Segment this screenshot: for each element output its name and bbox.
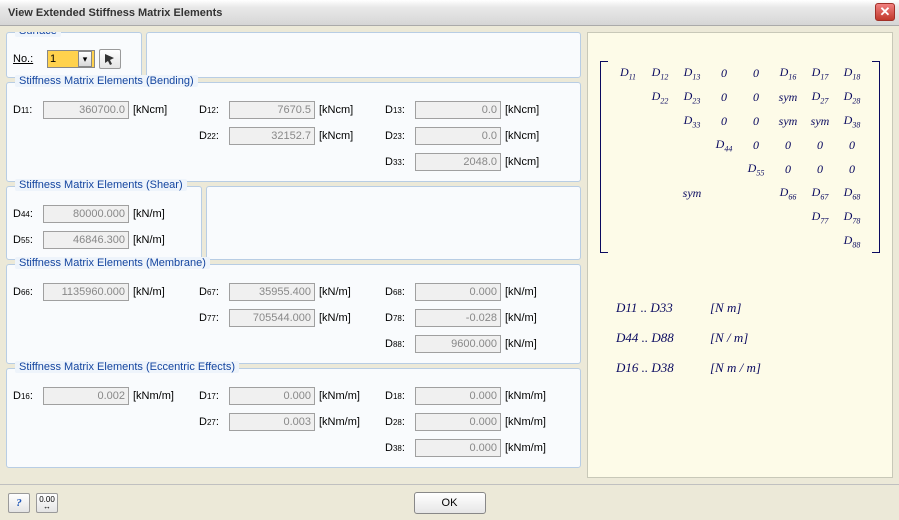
D55-value: 46846.300 [43, 231, 129, 249]
section-shear-title: Stiffness Matrix Elements (Shear) [15, 179, 187, 191]
D66-unit: [kN/m] [133, 286, 165, 298]
D23-unit: [kNcm] [505, 130, 539, 142]
D16-unit: [kNm/m] [133, 390, 174, 402]
D67-unit: [kN/m] [319, 286, 351, 298]
D44-label: D44: [13, 208, 41, 220]
titlebar: View Extended Stiffness Matrix Elements … [0, 0, 899, 26]
D44-unit: [kN/m] [133, 208, 165, 220]
ok-button[interactable]: OK [414, 492, 486, 514]
D17-label: D17: [199, 390, 227, 402]
D68-value: 0.000 [415, 283, 501, 301]
close-button[interactable]: ✕ [875, 3, 895, 21]
D22-unit: [kNcm] [319, 130, 353, 142]
D66-label: D66: [13, 286, 41, 298]
pick-surface-button[interactable] [99, 49, 121, 69]
chevron-down-icon[interactable]: ▾ [78, 51, 92, 67]
D67-label: D67: [199, 286, 227, 298]
D27-value: 0.003 [229, 413, 315, 431]
D68-unit: [kN/m] [505, 286, 537, 298]
D78-value: -0.028 [415, 309, 501, 327]
D17-unit: [kNm/m] [319, 390, 360, 402]
no-label: No.: [13, 53, 43, 65]
surface-number-value: 1 [50, 53, 56, 65]
D16-label: D16: [13, 390, 41, 402]
window-title: View Extended Stiffness Matrix Elements [8, 7, 222, 19]
D22-label: D22: [199, 130, 227, 142]
D23-value: 0.0 [415, 127, 501, 145]
D78-unit: [kN/m] [505, 312, 537, 324]
D18-value: 0.000 [415, 387, 501, 405]
D28-label: D28: [385, 416, 413, 428]
D67-value: 35955.400 [229, 283, 315, 301]
D38-unit: [kNm/m] [505, 442, 546, 454]
D38-value: 0.000 [415, 439, 501, 457]
D17-value: 0.000 [229, 387, 315, 405]
D16-value: 0.002 [43, 387, 129, 405]
matrix-panel: D11D12D1300D16D17D18D22D2300symD27D28D33… [587, 32, 893, 478]
D78-label: D78: [385, 312, 413, 324]
D33-label: D33: [385, 156, 413, 168]
D11-value: 360700.0 [43, 101, 129, 119]
D18-unit: [kNm/m] [505, 390, 546, 402]
D27-unit: [kNm/m] [319, 416, 360, 428]
precision-button[interactable]: 0.00↔ [36, 493, 58, 513]
D12-unit: [kNcm] [319, 104, 353, 116]
D44-value: 80000.000 [43, 205, 129, 223]
section-bending-title: Stiffness Matrix Elements (Bending) [15, 75, 198, 87]
D27-label: D27: [199, 416, 227, 428]
D23-label: D23: [385, 130, 413, 142]
D38-label: D38: [385, 442, 413, 454]
D88-unit: [kN/m] [505, 338, 537, 350]
D12-value: 7670.5 [229, 101, 315, 119]
D77-label: D77: [199, 312, 227, 324]
D13-label: D13: [385, 104, 413, 116]
D55-unit: [kN/m] [133, 234, 165, 246]
D77-unit: [kN/m] [319, 312, 351, 324]
D28-value: 0.000 [415, 413, 501, 431]
D22-value: 32152.7 [229, 127, 315, 145]
D88-value: 9600.000 [415, 335, 501, 353]
pointer-icon [103, 52, 117, 66]
D77-value: 705544.000 [229, 309, 315, 327]
D33-unit: [kNcm] [505, 156, 539, 168]
D55-label: D55: [13, 234, 41, 246]
D12-label: D12: [199, 104, 227, 116]
section-surface-title: Surface [15, 32, 61, 37]
D18-label: D18: [385, 390, 413, 402]
D28-unit: [kNm/m] [505, 416, 546, 428]
section-eccentric-title: Stiffness Matrix Elements (Eccentric Eff… [15, 361, 239, 373]
precision-icon: 0.00↔ [39, 496, 55, 510]
stiffness-matrix: D11D12D1300D16D17D18D22D2300symD27D28D33… [612, 61, 868, 253]
D13-unit: [kNcm] [505, 104, 539, 116]
D33-value: 2048.0 [415, 153, 501, 171]
D66-value: 1135960.000 [43, 283, 129, 301]
D68-label: D68: [385, 286, 413, 298]
help-button[interactable]: ? [8, 493, 30, 513]
help-icon: ? [16, 497, 22, 509]
D88-label: D88: [385, 338, 413, 350]
D11-unit: [kNcm] [133, 104, 167, 116]
surface-number-select[interactable]: 1 ▾ [47, 50, 95, 68]
D13-value: 0.0 [415, 101, 501, 119]
section-membrane-title: Stiffness Matrix Elements (Membrane) [15, 257, 210, 269]
D11-label: D11: [13, 104, 41, 116]
unit-legend: D11 .. D33[N m] D44 .. D88[N / m] D16 ..… [616, 293, 884, 383]
